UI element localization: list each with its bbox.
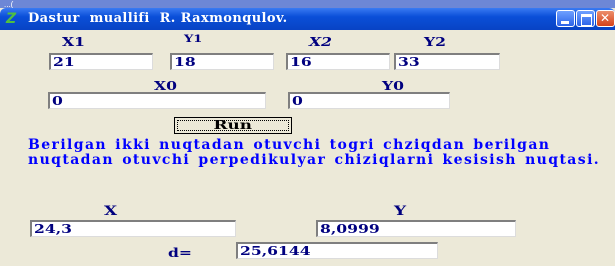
x1-value: 21: [53, 55, 75, 69]
x-result-field[interactable]: 24,3: [30, 220, 236, 237]
x2-field[interactable]: 16: [286, 53, 390, 70]
label-x0: X0: [154, 79, 177, 93]
y1-value: 18: [174, 55, 196, 69]
label-y1: Y1: [184, 34, 203, 45]
d-result-value: 25,6144: [240, 244, 311, 258]
y-result-field[interactable]: 8,0999: [316, 220, 516, 237]
form-client-area: X1 Y1 X2 Y2 21 18 16 33 X0 Y0 0 0 Run Be…: [4, 30, 611, 266]
app-icon-glyph: Z: [6, 11, 17, 27]
minimize-icon[interactable]: [556, 10, 575, 27]
app-icon: Z: [6, 11, 24, 27]
x-result-value: 24,3: [34, 222, 73, 236]
label-y0: Y0: [382, 79, 404, 93]
y1-field[interactable]: 18: [170, 53, 274, 70]
run-button-label: Run: [213, 118, 253, 132]
label-y2: Y2: [424, 35, 446, 49]
d-result-field[interactable]: 25,6144: [236, 242, 438, 259]
x1-field[interactable]: 21: [49, 53, 153, 70]
y0-field[interactable]: 0: [288, 92, 450, 109]
y2-value: 33: [398, 55, 420, 69]
window-title: Dastur muallifi R. Raxmonqulov.: [28, 11, 288, 26]
run-button[interactable]: Run: [174, 117, 292, 134]
title-bar[interactable]: Z Dastur muallifi R. Raxmonqulov.: [0, 8, 615, 30]
y0-value: 0: [292, 94, 303, 108]
close-icon[interactable]: [596, 10, 615, 27]
label-d: d=: [168, 246, 192, 260]
x0-field[interactable]: 0: [48, 92, 266, 109]
y2-field[interactable]: 33: [394, 53, 500, 70]
maximize-icon[interactable]: [576, 10, 595, 27]
x2-value: 16: [290, 55, 312, 69]
label-x: X: [104, 204, 118, 219]
description-text: Berilgan ikki nuqtadan otuvchi togri chz…: [28, 137, 601, 168]
app-window: Z Dastur muallifi R. Raxmonqulov. X1 Y1 …: [0, 8, 615, 266]
y-result-value: 8,0999: [320, 222, 380, 236]
x0-value: 0: [52, 94, 63, 108]
label-y: Y: [394, 204, 407, 219]
label-x2: X2: [309, 35, 332, 49]
label-x1: X1: [62, 35, 85, 49]
